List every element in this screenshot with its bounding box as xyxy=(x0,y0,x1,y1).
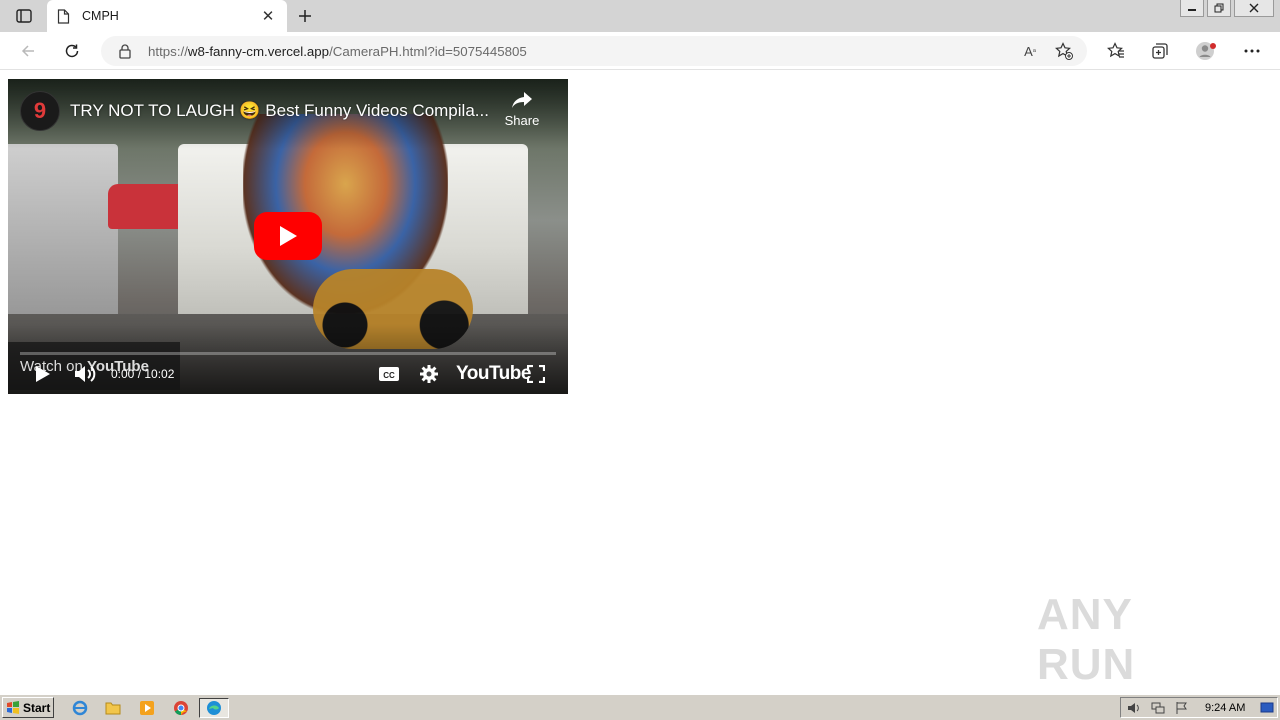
favorites-button[interactable] xyxy=(1103,39,1129,63)
share-label: Share xyxy=(504,113,540,128)
favorites-icon xyxy=(1107,42,1124,58)
tab-strip: CMPH ✕ xyxy=(0,0,1280,32)
large-play-button[interactable] xyxy=(254,212,322,260)
show-desktop-icon[interactable] xyxy=(1259,700,1275,716)
windows-logo-icon xyxy=(7,701,19,714)
browser-toolbar: https://w8-fanny-cm.vercel.app/CameraPH.… xyxy=(0,32,1280,70)
play-small-icon xyxy=(36,366,50,382)
refresh-button[interactable] xyxy=(59,39,85,63)
active-tab[interactable]: CMPH ✕ xyxy=(47,0,287,32)
start-button[interactable]: Start xyxy=(2,697,54,718)
tab-actions-icon xyxy=(16,9,32,23)
channel-avatar[interactable]: 9 xyxy=(20,91,60,131)
back-button[interactable] xyxy=(15,39,41,63)
play-icon xyxy=(280,226,297,246)
more-icon xyxy=(1244,49,1260,53)
url-path: /CameraPH.html?id=5075445805 xyxy=(329,44,527,59)
edge-icon xyxy=(207,701,221,715)
volume-icon xyxy=(75,366,96,382)
svg-text:CC: CC xyxy=(383,371,395,380)
minimize-icon xyxy=(1188,9,1196,11)
restore-icon xyxy=(1214,3,1224,13)
mute-button[interactable] xyxy=(72,362,98,386)
minimize-button[interactable] xyxy=(1180,0,1204,17)
channel-badge-text: 9 xyxy=(33,98,47,123)
gear-icon xyxy=(420,365,438,383)
share-icon xyxy=(512,92,532,108)
clock[interactable]: 9:24 AM xyxy=(1205,702,1245,714)
collections-button[interactable] xyxy=(1147,39,1173,63)
youtube-logo[interactable]: YouTube xyxy=(456,363,531,385)
anyrun-watermark: ANY RUN xyxy=(1037,590,1237,689)
profile-button[interactable] xyxy=(1193,39,1219,63)
address-bar[interactable]: https://w8-fanny-cm.vercel.app/CameraPH.… xyxy=(101,36,1087,66)
collections-icon xyxy=(1152,43,1168,59)
time-display: 0:00 / 10:02 xyxy=(111,367,175,381)
url-scheme: https:// xyxy=(148,44,188,59)
progress-bar[interactable] xyxy=(20,352,556,355)
captions-button[interactable]: CC xyxy=(377,362,401,386)
watermark-text: ANY RUN xyxy=(1037,590,1136,689)
window-controls xyxy=(1180,0,1274,18)
more-button[interactable] xyxy=(1239,39,1265,63)
new-tab-button[interactable] xyxy=(292,4,318,28)
taskbar-ie[interactable] xyxy=(69,698,91,718)
taskbar-media[interactable] xyxy=(136,698,158,718)
close-icon xyxy=(1249,3,1259,13)
settings-button[interactable] xyxy=(417,362,441,386)
share-button[interactable]: Share xyxy=(500,91,544,141)
taskbar-explorer[interactable] xyxy=(102,698,124,718)
taskbar-edge[interactable] xyxy=(199,698,229,718)
volume-tray-icon[interactable] xyxy=(1126,700,1142,716)
url-text[interactable]: https://w8-fanny-cm.vercel.app/CameraPH.… xyxy=(148,44,527,59)
profile-icon xyxy=(1196,42,1216,60)
network-tray-icon[interactable] xyxy=(1150,700,1166,716)
cc-icon: CC xyxy=(379,367,399,381)
url-domain: w8-fanny-cm.vercel.app xyxy=(187,44,330,59)
folder-icon xyxy=(105,702,121,715)
internet-explorer-icon xyxy=(72,700,88,716)
youtube-embed[interactable]: 9 TRY NOT TO LAUGH 😆 Best Funny Videos C… xyxy=(8,79,568,394)
tab-title: CMPH xyxy=(82,9,119,23)
taskbar-chrome[interactable] xyxy=(170,698,192,718)
chrome-icon xyxy=(174,701,188,716)
refresh-icon xyxy=(65,44,79,58)
fullscreen-button[interactable] xyxy=(525,362,547,386)
start-label: Start xyxy=(23,700,51,715)
restore-button[interactable] xyxy=(1207,0,1231,17)
plus-icon xyxy=(299,10,311,22)
play-button[interactable] xyxy=(32,362,54,386)
fullscreen-icon xyxy=(527,365,545,383)
system-tray: 9:24 AM xyxy=(1120,697,1278,718)
read-aloud-icon[interactable]: Aᵃ xyxy=(1019,41,1041,61)
tab-actions-button[interactable] xyxy=(8,4,40,28)
back-arrow-icon xyxy=(21,45,34,57)
taskbar: Start 9:24 AM xyxy=(0,694,1280,720)
lock-icon[interactable] xyxy=(118,43,132,59)
close-tab-icon[interactable]: ✕ xyxy=(259,7,277,25)
add-favorite-icon[interactable] xyxy=(1053,41,1075,61)
media-player-icon xyxy=(140,701,154,715)
flag-tray-icon[interactable] xyxy=(1174,700,1190,716)
page-icon xyxy=(57,8,70,24)
close-window-button[interactable] xyxy=(1234,0,1274,17)
video-title[interactable]: TRY NOT TO LAUGH 😆 Best Funny Videos Com… xyxy=(70,101,500,121)
